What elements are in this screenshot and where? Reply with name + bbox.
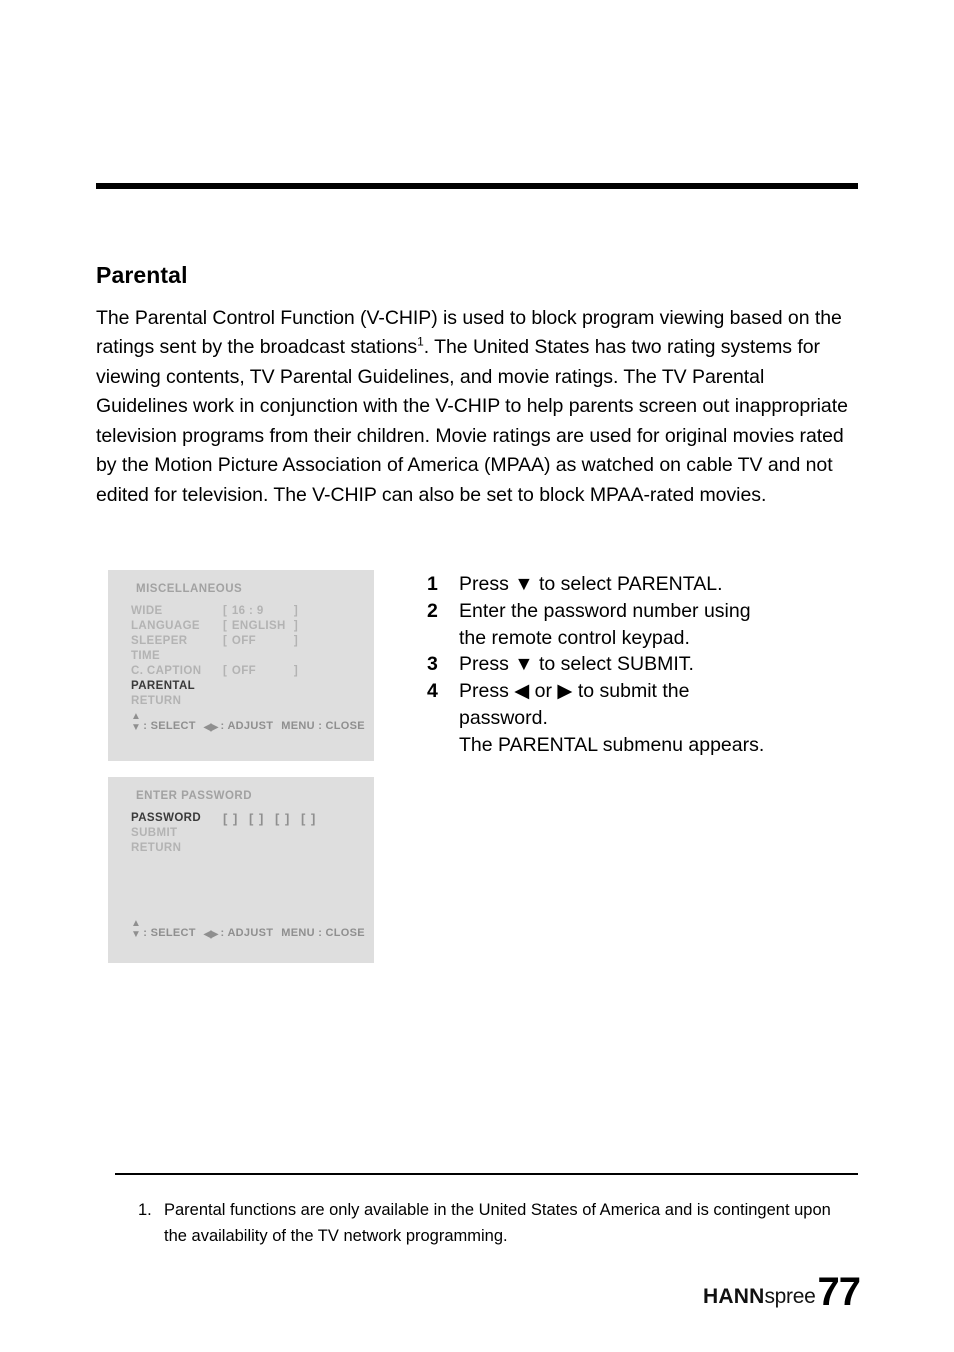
osd-value-text-c-caption: OFF	[231, 665, 257, 677]
osd-password-title: ENTER PASSWORD	[136, 790, 253, 802]
step-number: 4	[427, 680, 438, 703]
step-number: 3	[427, 653, 438, 676]
osd-adjust-label: : ADJUST	[220, 927, 274, 939]
step-number: 1	[427, 573, 438, 595]
osd-value-sleeper[interactable]: [OFF]	[223, 634, 298, 649]
step-line: Press ◀ or ▶ to submit the	[459, 680, 690, 703]
osd-row-return[interactable]: RETURN	[131, 694, 367, 709]
osd-value-text-sleeper: OFF	[231, 635, 257, 647]
left-right-arrow-icon: ◀▶	[203, 722, 218, 733]
osd-value-text-wide: 16 : 9	[231, 605, 264, 617]
osd-label-time: TIME	[131, 650, 161, 662]
bracket-right-icon: ]	[293, 620, 298, 632]
step-item: 2 Enter the password number using the re…	[427, 598, 857, 652]
osd-label-language: LANGUAGE	[131, 620, 201, 632]
hannspree-logo: HANNspree	[703, 1285, 816, 1309]
osd-miscellaneous-rows: WIDE [16 : 9] LANGUAGE [ENGLISH] SLEEPER…	[131, 604, 367, 709]
step-line: the remote control keypad.	[459, 626, 690, 649]
bracket-right-icon: ]	[293, 635, 298, 647]
page-title: Parental	[96, 262, 188, 289]
osd-value-c-caption[interactable]: [OFF]	[223, 664, 298, 679]
logo-bold-part: HANN	[703, 1285, 765, 1308]
step-item: 1 Press ▼ to select PARENTAL.	[427, 571, 857, 598]
manual-page: Parental The Parental Control Function (…	[0, 0, 954, 1352]
osd-miscellaneous-title: MISCELLANEOUS	[136, 583, 243, 595]
password-digit-3[interactable]: [ ]	[275, 811, 301, 826]
osd-close-label: MENU : CLOSE	[281, 927, 365, 939]
up-down-arrow-icon: ▲ ▼	[131, 918, 141, 940]
osd-row-parental[interactable]: PARENTAL	[131, 679, 367, 694]
page-footer: HANNspree 77	[703, 1270, 861, 1314]
osd-password-rows: PASSWORD [ ][ ][ ][ ] SUBMIT RETURN	[131, 811, 367, 856]
password-digit-4[interactable]: [ ]	[301, 811, 327, 826]
osd-row-language[interactable]: LANGUAGE [ENGLISH]	[131, 619, 367, 634]
intro-text-part2: . The United States has two rating syste…	[96, 336, 848, 507]
instruction-steps: 1 Press ▼ to select PARENTAL. 2 Enter th…	[427, 571, 857, 759]
footnote-marker: 1	[417, 334, 424, 349]
logo-light-part: spree	[764, 1285, 816, 1308]
osd-row-sleeper[interactable]: SLEEPER [OFF]	[131, 634, 367, 649]
step-item: 4 Press ◀ or ▶ to submit the password. T…	[427, 678, 857, 758]
header-rule	[96, 183, 858, 189]
password-digit-fields[interactable]: [ ][ ][ ][ ]	[223, 811, 327, 826]
osd-label-return: RETURN	[131, 695, 182, 707]
footnote-rule	[115, 1173, 858, 1175]
step-line: Enter the password number using	[459, 599, 751, 622]
step-item: 3 Press ▼ to select SUBMIT.	[427, 651, 857, 678]
osd-row-password-return[interactable]: RETURN	[131, 841, 367, 856]
step-number: 2	[427, 599, 438, 622]
step-line: Press ▼ to select SUBMIT.	[459, 653, 694, 676]
step-line: Press ▼ to select PARENTAL.	[459, 573, 723, 595]
osd-select-label: : SELECT	[143, 720, 196, 732]
osd-password-status-bar: ▲ ▼ : SELECT ◀▶ : ADJUST MENU : CLOSE	[131, 917, 365, 940]
osd-row-submit[interactable]: SUBMIT	[131, 826, 367, 841]
osd-close-label: MENU : CLOSE	[281, 720, 365, 732]
osd-enter-password-menu: ENTER PASSWORD PASSWORD [ ][ ][ ][ ] SUB…	[108, 777, 374, 963]
osd-row-time[interactable]: TIME	[131, 649, 367, 664]
osd-label-c-caption: C. CAPTION	[131, 665, 202, 677]
osd-select-label: : SELECT	[143, 927, 196, 939]
intro-paragraph: The Parental Control Function (V-CHIP) i…	[96, 304, 860, 511]
osd-value-wide[interactable]: [16 : 9]	[223, 604, 298, 619]
osd-label-submit: SUBMIT	[131, 827, 178, 839]
password-digit-1[interactable]: [ ]	[223, 811, 249, 826]
up-down-arrow-icon: ▲ ▼	[131, 711, 141, 733]
step-line: password.	[459, 706, 548, 729]
footnote-text: Parental functions are only available in…	[164, 1201, 831, 1245]
osd-row-password[interactable]: PASSWORD [ ][ ][ ][ ]	[131, 811, 367, 826]
footnote: 1. Parental functions are only available…	[138, 1198, 838, 1249]
osd-label-password-return: RETURN	[131, 842, 182, 854]
bracket-right-icon: ]	[293, 605, 298, 617]
osd-row-wide[interactable]: WIDE [16 : 9]	[131, 604, 367, 619]
osd-adjust-label: : ADJUST	[220, 720, 274, 732]
osd-miscellaneous-status-bar: ▲ ▼ : SELECT ◀▶ : ADJUST MENU : CLOSE	[131, 710, 365, 733]
osd-label-parental: PARENTAL	[131, 680, 196, 692]
osd-label-password: PASSWORD	[131, 812, 202, 824]
osd-label-wide: WIDE	[131, 605, 163, 617]
osd-label-sleeper: SLEEPER	[131, 635, 188, 647]
footnote-number: 1.	[138, 1201, 152, 1219]
osd-miscellaneous-menu: MISCELLANEOUS WIDE [16 : 9] LANGUAGE [EN…	[108, 570, 374, 761]
bracket-right-icon: ]	[293, 665, 298, 677]
step-line: The PARENTAL submenu appears.	[459, 733, 765, 756]
page-number: 77	[817, 1270, 861, 1314]
osd-value-language[interactable]: [ENGLISH]	[223, 619, 298, 634]
password-digit-2[interactable]: [ ]	[249, 811, 275, 826]
left-right-arrow-icon: ◀▶	[203, 929, 218, 940]
osd-row-c-caption[interactable]: C. CAPTION [OFF]	[131, 664, 367, 679]
osd-value-text-language: ENGLISH	[231, 620, 286, 632]
